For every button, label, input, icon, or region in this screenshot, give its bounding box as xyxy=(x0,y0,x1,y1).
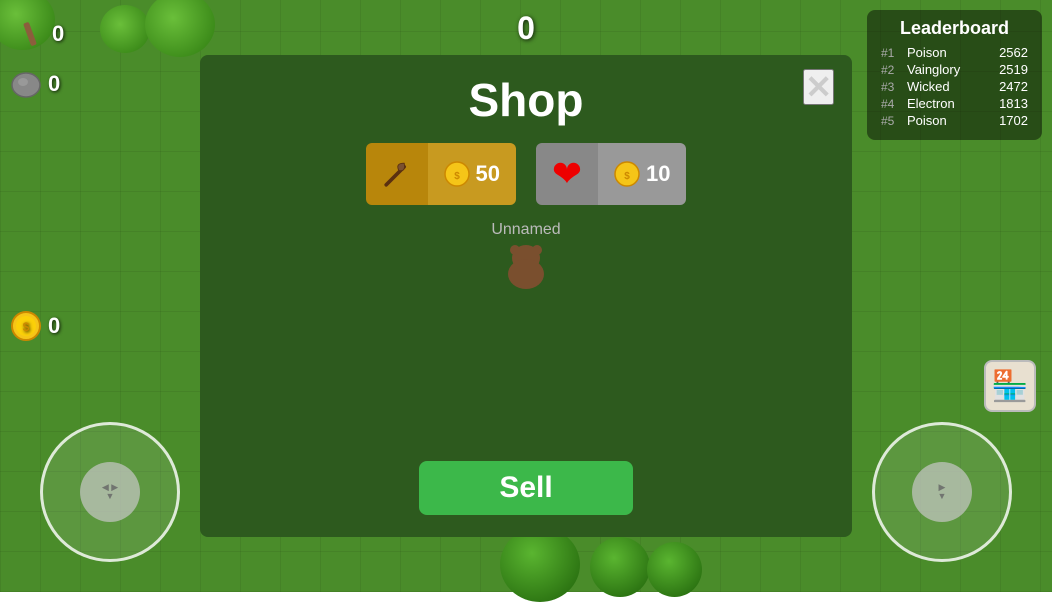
joystick-right-outer: ▶▼ xyxy=(872,422,1012,562)
joystick-right-arrows: ▶▼ xyxy=(938,483,947,501)
lb-name-2: Wicked xyxy=(907,79,986,94)
tree-2 xyxy=(100,5,150,53)
lb-rank-0: #1 xyxy=(881,46,903,60)
shop-title: Shop xyxy=(469,73,584,127)
leaderboard-rows: #1 Poison 2562 #2 Vainglory 2519 #3 Wick… xyxy=(881,45,1028,128)
joystick-right[interactable]: ▶▼ xyxy=(872,422,1012,562)
joystick-left-inner: ◀ ▶▼ xyxy=(80,462,140,522)
store-icon: 🏪 xyxy=(991,369,1028,404)
heart-price: $ 10 xyxy=(598,143,686,205)
shop-modal: Shop ✕ $ 50 ❤ $ 10 xyxy=(200,55,852,537)
lb-score-3: 1813 xyxy=(990,96,1028,111)
shop-close-button[interactable]: ✕ xyxy=(803,69,834,105)
shop-item-heart[interactable]: ❤ $ 10 xyxy=(536,143,686,205)
svg-text:$: $ xyxy=(454,171,460,182)
heart-icon: ❤ xyxy=(536,143,598,205)
coin-value: 0 xyxy=(48,313,60,339)
leaderboard-row: #5 Poison 1702 xyxy=(881,113,1028,128)
stone-counter: 0 xyxy=(10,68,60,100)
coin-icon-hud: $ xyxy=(10,310,42,342)
leaderboard-row: #1 Poison 2562 xyxy=(881,45,1028,60)
bear-body xyxy=(508,259,544,289)
lb-name-4: Poison xyxy=(907,113,986,128)
joystick-left[interactable]: ◀ ▶▼ xyxy=(40,422,180,562)
leaderboard-title: Leaderboard xyxy=(881,18,1028,39)
leaderboard-panel: Leaderboard #1 Poison 2562 #2 Vainglory … xyxy=(867,10,1042,140)
lb-rank-3: #4 xyxy=(881,97,903,111)
lb-name-3: Electron xyxy=(907,96,986,111)
lb-score-4: 1702 xyxy=(990,113,1028,128)
open-shop-button[interactable]: 🏪 xyxy=(984,360,1036,412)
sell-button[interactable]: Sell xyxy=(419,461,632,515)
svg-text:$: $ xyxy=(23,320,30,334)
tree-6 xyxy=(647,542,702,597)
lb-score-2: 2472 xyxy=(990,79,1028,94)
lb-rank-2: #3 xyxy=(881,80,903,94)
tree-4 xyxy=(500,527,580,602)
wood-counter: 0 xyxy=(14,18,64,50)
stone-icon xyxy=(10,68,42,100)
shop-items-container: $ 50 ❤ $ 10 xyxy=(366,143,687,205)
wood-icon xyxy=(14,18,46,50)
wood-value: 0 xyxy=(52,21,64,47)
leaderboard-row: #4 Electron 1813 xyxy=(881,96,1028,111)
svg-text:$: $ xyxy=(624,171,630,182)
shop-item-axe[interactable]: $ 50 xyxy=(366,143,516,205)
leaderboard-row: #3 Wicked 2472 xyxy=(881,79,1028,94)
lb-rank-1: #2 xyxy=(881,63,903,77)
tree-5 xyxy=(590,537,650,597)
leaderboard-row: #2 Vainglory 2519 xyxy=(881,62,1028,77)
lb-score-1: 2519 xyxy=(990,62,1028,77)
joystick-left-arrows: ◀ ▶▼ xyxy=(102,483,118,501)
axe-icon xyxy=(366,143,428,205)
stone-value: 0 xyxy=(48,71,60,97)
joystick-right-inner: ▶▼ xyxy=(912,462,972,522)
player-name-label: Unnamed xyxy=(491,221,560,239)
coin-counter: $ 0 xyxy=(10,310,60,342)
lb-score-0: 2562 xyxy=(990,45,1028,60)
player-character xyxy=(504,245,548,289)
score-display: 0 xyxy=(517,10,535,47)
joystick-left-outer: ◀ ▶▼ xyxy=(40,422,180,562)
lb-name-1: Vainglory xyxy=(907,62,986,77)
lb-name-0: Poison xyxy=(907,45,986,60)
axe-price: $ 50 xyxy=(428,143,516,205)
lb-rank-4: #5 xyxy=(881,114,903,128)
